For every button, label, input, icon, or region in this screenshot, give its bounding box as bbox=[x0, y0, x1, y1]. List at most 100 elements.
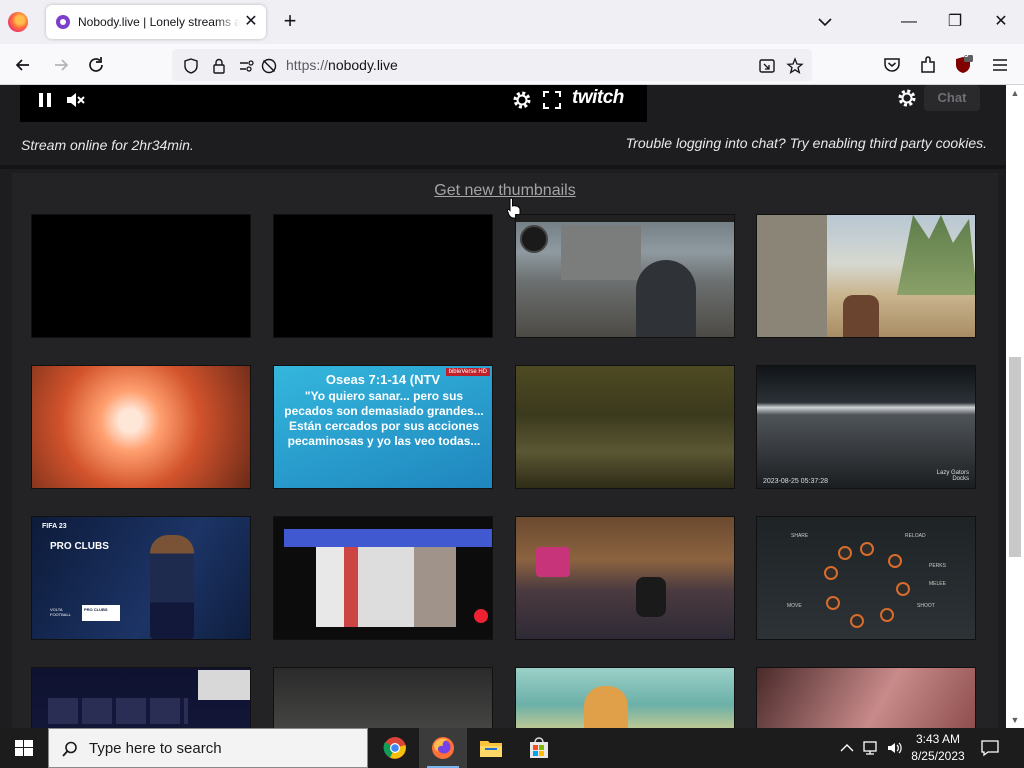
stream-thumbnail-15[interactable] bbox=[515, 667, 735, 728]
stream-thumbnail-3[interactable] bbox=[515, 214, 735, 338]
scrollbar-thumb[interactable] bbox=[1009, 357, 1021, 557]
stream-thumbnail-13[interactable] bbox=[31, 667, 251, 728]
get-new-thumbnails-link[interactable]: Get new thumbnails bbox=[434, 182, 575, 199]
extensions-icon[interactable] bbox=[917, 54, 939, 76]
fifa-footer: VOLTA FOOTBALL bbox=[50, 607, 71, 617]
firefox-view-icon[interactable] bbox=[8, 12, 28, 32]
address-bar[interactable]: https://nobody.live bbox=[172, 49, 812, 81]
stream-thumbnail-9[interactable]: FIFA 23 PRO CLUBS PRO CLUBS VOLTA FOOTBA… bbox=[31, 516, 251, 640]
channel-badge: bibleVerse HD bbox=[445, 368, 490, 376]
stream-thumbnail-1[interactable] bbox=[31, 214, 251, 338]
player-settings-gear-icon[interactable] bbox=[511, 89, 533, 111]
tracking-shield-icon[interactable] bbox=[182, 57, 200, 75]
ring-label-shoot: SHOOT bbox=[917, 603, 935, 609]
stream-thumbnail-10[interactable] bbox=[273, 516, 493, 640]
ublock-origin-icon[interactable] bbox=[952, 54, 974, 76]
thumbnail-image bbox=[516, 517, 734, 639]
stream-thumbnail-2[interactable] bbox=[273, 214, 493, 338]
back-arrow-icon[interactable] bbox=[12, 54, 34, 76]
bible-verse-text: "Yo quiero sanar... pero sus pecados son… bbox=[284, 389, 484, 448]
chat-button[interactable]: Chat bbox=[924, 85, 980, 111]
taskbar-file-explorer[interactable] bbox=[467, 728, 515, 768]
fut-menu-tiles bbox=[48, 698, 188, 724]
show-hidden-icons-chevron-icon[interactable] bbox=[838, 739, 856, 757]
permissions-icon[interactable] bbox=[238, 57, 256, 75]
graffiti-tag bbox=[536, 547, 570, 577]
game-hud-bar bbox=[516, 215, 734, 222]
site-favicon-icon bbox=[56, 15, 70, 29]
page-content: twitch Chat Stream online for 2hr34min. … bbox=[0, 85, 1006, 728]
lock-icon[interactable] bbox=[210, 57, 228, 75]
webcam-room bbox=[316, 547, 456, 627]
pocket-icon[interactable] bbox=[881, 54, 903, 76]
tab-title: Nobody.live | Lonely streams and more bbox=[78, 15, 240, 29]
clock-date: 8/25/2023 bbox=[911, 749, 965, 763]
url-scheme: https:// bbox=[286, 57, 329, 73]
taskbar-search-box[interactable]: Type here to search bbox=[48, 728, 368, 768]
hamburger-menu-icon[interactable] bbox=[989, 54, 1011, 76]
chat-settings-gear-icon[interactable] bbox=[896, 87, 918, 109]
taskbar-clock[interactable]: 3:43 AM 8/25/2023 bbox=[904, 731, 972, 765]
reload-icon[interactable] bbox=[85, 54, 107, 76]
stream-thumbnail-5[interactable] bbox=[31, 365, 251, 489]
muted-volume-icon[interactable] bbox=[64, 89, 86, 111]
volume-icon[interactable] bbox=[886, 739, 904, 757]
list-all-tabs-icon[interactable] bbox=[815, 12, 835, 32]
thumbnail-building bbox=[561, 225, 641, 280]
fullscreen-icon[interactable] bbox=[541, 89, 563, 111]
thumbnail-image bbox=[757, 668, 975, 728]
stream-thumbnail-14[interactable] bbox=[273, 667, 493, 728]
page-scrollbar[interactable]: ▲ ▼ bbox=[1006, 85, 1024, 728]
store-bag-icon bbox=[530, 737, 548, 758]
section-divider bbox=[0, 165, 1006, 169]
tab-nobody-live[interactable]: Nobody.live | Lonely streams and more ✕ bbox=[46, 5, 266, 39]
fifa-submenu: PRO CLUBS bbox=[82, 605, 120, 621]
cartoon-character bbox=[584, 686, 628, 728]
ability-ring-diagram bbox=[824, 542, 910, 628]
browser-tab-bar: Nobody.live | Lonely streams and more ✕ … bbox=[0, 0, 1024, 44]
network-icon[interactable] bbox=[862, 739, 880, 757]
bookmark-star-icon[interactable] bbox=[786, 57, 804, 75]
webcam-app-header bbox=[284, 529, 492, 547]
taskbar-firefox[interactable] bbox=[419, 728, 467, 768]
fifa-logo: FIFA 23 bbox=[42, 523, 67, 530]
stream-thumbnail-8[interactable]: Lazy Gators Docks 2023-08-25 05:37:28 bbox=[756, 365, 976, 489]
scroll-down-arrow-icon[interactable]: ▼ bbox=[1006, 712, 1024, 728]
stream-thumbnail-16[interactable] bbox=[756, 667, 976, 728]
video-player-controls: twitch bbox=[20, 85, 647, 122]
taskbar-microsoft-store[interactable] bbox=[515, 728, 563, 768]
picture-in-picture-icon[interactable] bbox=[758, 57, 776, 75]
pause-icon[interactable] bbox=[36, 89, 54, 111]
autoplay-blocked-icon[interactable] bbox=[260, 57, 278, 75]
stream-thumbnail-11[interactable] bbox=[515, 516, 735, 640]
tab-close-button[interactable]: ✕ bbox=[242, 13, 260, 31]
taskbar-chrome[interactable] bbox=[371, 728, 419, 768]
thumbnail-image bbox=[274, 668, 492, 728]
thumbnail-soldier bbox=[636, 260, 696, 337]
windows-start-icon[interactable] bbox=[0, 728, 48, 768]
new-tab-button[interactable]: + bbox=[278, 10, 302, 34]
forward-arrow-icon[interactable] bbox=[50, 54, 72, 76]
ring-label-reload: RELOAD bbox=[905, 533, 926, 539]
thumbnail-character bbox=[636, 577, 666, 617]
scroll-up-arrow-icon[interactable]: ▲ bbox=[1006, 85, 1024, 101]
window-restore-button[interactable]: ❐ bbox=[940, 8, 970, 36]
stream-thumbnail-6[interactable]: Oseas 7:1-14 (NTV bibleVerse HD "Yo quie… bbox=[273, 365, 493, 489]
stream-thumbnail-4[interactable] bbox=[756, 214, 976, 338]
action-center-icon[interactable] bbox=[980, 738, 1000, 758]
dock-cam-label: Lazy Gators Docks bbox=[936, 470, 969, 482]
window-minimize-button[interactable]: — bbox=[894, 8, 924, 36]
streamer-avatar bbox=[520, 225, 548, 253]
thumbnail-wall bbox=[757, 215, 827, 337]
twitch-logo[interactable]: twitch bbox=[572, 87, 624, 109]
stream-thumbnail-12[interactable]: SHARE RELOAD PERKS MELEE SHOOT MOVE bbox=[756, 516, 976, 640]
stream-thumbnail-7[interactable] bbox=[515, 365, 735, 489]
window-close-button[interactable]: ✕ bbox=[986, 8, 1016, 36]
thumbnail-image bbox=[32, 517, 250, 639]
search-icon bbox=[62, 741, 77, 757]
chrome-icon bbox=[383, 737, 406, 759]
fifa-menu-title: PRO CLUBS bbox=[50, 541, 109, 552]
extension-badge: 5 bbox=[964, 50, 969, 59]
search-placeholder: Type here to search bbox=[89, 740, 222, 757]
url-text[interactable]: https://nobody.live bbox=[286, 57, 398, 73]
